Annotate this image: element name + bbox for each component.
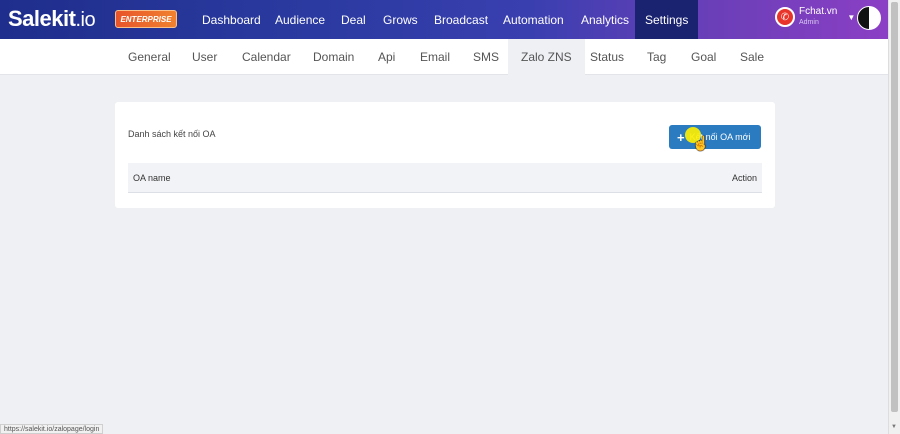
- add-oa-button[interactable]: + Kết nối OA mới: [669, 125, 761, 149]
- subnav-sale[interactable]: Sale: [740, 39, 764, 75]
- subnav-goal[interactable]: Goal: [691, 39, 716, 75]
- enterprise-badge: ENTERPRISE: [115, 10, 177, 28]
- nav-analytics[interactable]: Analytics: [581, 0, 629, 39]
- subnav-calendar[interactable]: Calendar: [242, 39, 291, 75]
- salekit-logo[interactable]: Salekit.io: [8, 6, 96, 32]
- chat-logo-icon: ✆: [775, 7, 795, 27]
- nav-settings[interactable]: Settings: [635, 0, 699, 39]
- user-role: Admin: [799, 19, 819, 26]
- nav-grows[interactable]: Grows: [383, 0, 418, 39]
- user-menu[interactable]: ✆ Fchat.vn Admin ▼: [775, 6, 855, 28]
- user-name: Fchat.vn: [799, 6, 838, 17]
- scroll-thumb[interactable]: [891, 2, 898, 412]
- subnav-api[interactable]: Api: [378, 39, 395, 75]
- subnav-domain[interactable]: Domain: [313, 39, 354, 75]
- user-info: Fchat.vn Admin: [799, 6, 837, 28]
- subnav-zalo-zns[interactable]: Zalo ZNS: [508, 39, 585, 75]
- subnav-email[interactable]: Email: [420, 39, 450, 75]
- top-navbar: Salekit.io ENTERPRISE Dashboard Audience…: [0, 0, 888, 39]
- caret-down-icon[interactable]: ▼: [847, 13, 855, 22]
- card-title: Danh sách kết nối OA: [128, 129, 216, 139]
- settings-subnav: General User Calendar Domain Api Email S…: [0, 39, 888, 75]
- subnav-general[interactable]: General: [128, 39, 171, 75]
- scroll-down-arrow-icon[interactable]: ▼: [891, 424, 897, 430]
- hand-pointer-icon: ☝: [692, 135, 710, 151]
- subnav-sms[interactable]: SMS: [473, 39, 499, 75]
- nav-automation[interactable]: Automation: [503, 0, 564, 39]
- column-action: Action: [731, 172, 757, 183]
- oa-connections-card: Danh sách kết nối OA + Kết nối OA mới OA…: [115, 102, 775, 208]
- subnav-status[interactable]: Status: [590, 39, 624, 75]
- column-oa-name: OA name: [133, 172, 171, 183]
- vertical-scrollbar[interactable]: ▼: [888, 0, 900, 434]
- profile-avatar[interactable]: [857, 6, 881, 30]
- subnav-user[interactable]: User: [192, 39, 217, 75]
- nav-broadcast[interactable]: Broadcast: [434, 0, 488, 39]
- subnav-tag[interactable]: Tag: [647, 39, 666, 75]
- nav-audience[interactable]: Audience: [275, 0, 325, 39]
- nav-deal[interactable]: Deal: [341, 0, 366, 39]
- nav-dashboard[interactable]: Dashboard: [202, 0, 261, 39]
- status-url: https://salekit.io/zalopage/login: [0, 424, 104, 434]
- plus-icon: +: [677, 129, 685, 145]
- table-header: OA name Action: [128, 163, 762, 193]
